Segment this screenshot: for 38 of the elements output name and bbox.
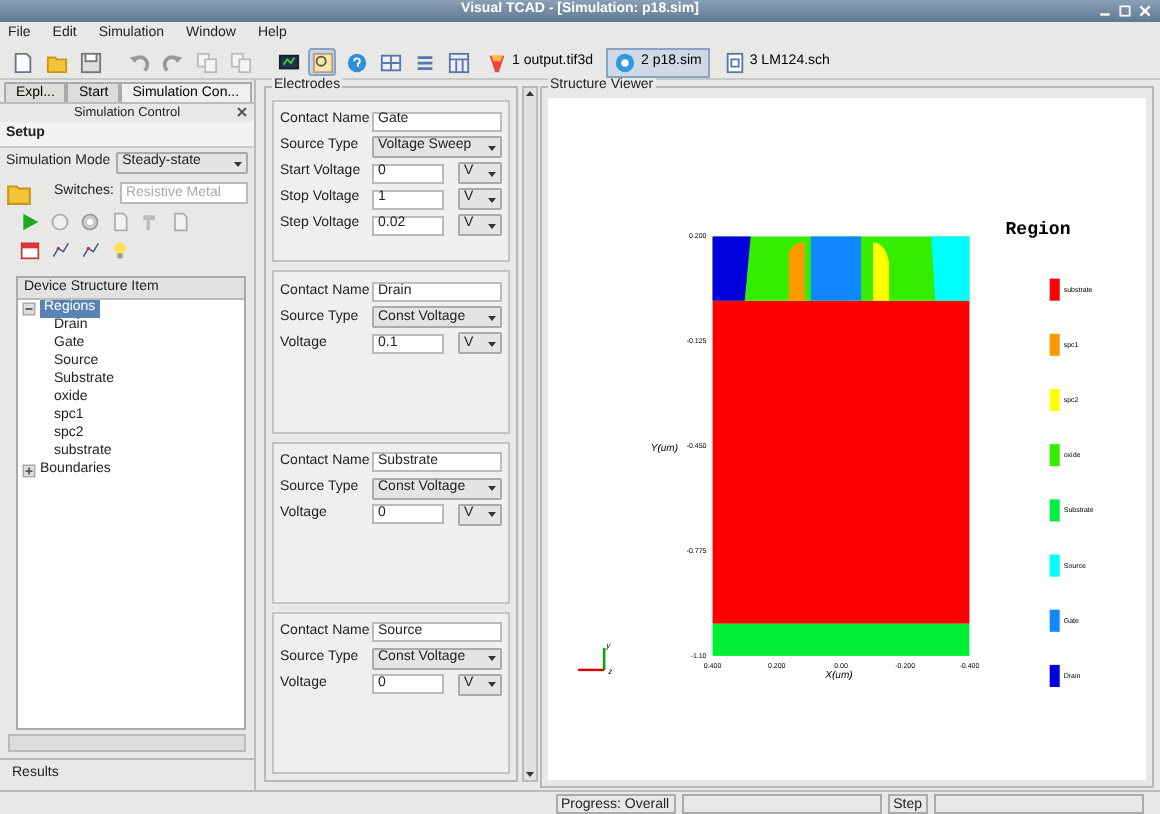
table-icon[interactable] bbox=[447, 51, 469, 73]
calendar-icon[interactable] bbox=[20, 240, 40, 260]
save-icon[interactable] bbox=[79, 51, 101, 73]
logo-icon bbox=[486, 51, 508, 73]
caret-icon bbox=[486, 167, 498, 179]
scrollbar[interactable] bbox=[8, 734, 246, 752]
document-icon[interactable] bbox=[11, 51, 33, 73]
caret-icon bbox=[486, 482, 498, 494]
monitor-icon[interactable] bbox=[277, 51, 299, 73]
expand-icon[interactable] bbox=[22, 464, 36, 478]
caret-icon bbox=[232, 157, 244, 169]
page-icon[interactable] bbox=[110, 212, 130, 232]
scrollbar[interactable] bbox=[522, 86, 538, 782]
grid-icon[interactable] bbox=[379, 51, 401, 73]
help-icon[interactable] bbox=[345, 51, 367, 73]
schematic-icon bbox=[723, 51, 746, 73]
collapse-icon[interactable] bbox=[22, 302, 36, 316]
chart-icon[interactable] bbox=[50, 240, 70, 260]
sim-icon bbox=[614, 51, 637, 73]
arrow-down-icon[interactable] bbox=[524, 768, 536, 780]
chart-icon[interactable] bbox=[80, 240, 100, 260]
caret-icon bbox=[486, 508, 498, 520]
folder-icon[interactable] bbox=[6, 180, 32, 206]
layers-icon[interactable] bbox=[413, 51, 435, 73]
folder-icon[interactable] bbox=[45, 51, 67, 73]
redo-icon[interactable] bbox=[161, 51, 183, 73]
page-icon[interactable] bbox=[170, 212, 190, 232]
undo-icon[interactable] bbox=[127, 51, 149, 73]
play-icon[interactable] bbox=[20, 212, 40, 232]
bulb-icon[interactable] bbox=[110, 240, 130, 260]
legend-title: Region bbox=[1005, 218, 1071, 241]
maximize-icon[interactable] bbox=[1118, 4, 1132, 18]
caret-icon bbox=[486, 219, 498, 231]
close-icon[interactable] bbox=[236, 106, 248, 119]
gear-icon[interactable] bbox=[80, 212, 100, 232]
caret-icon bbox=[486, 193, 498, 205]
arrow-up-icon[interactable] bbox=[524, 88, 536, 100]
caret-icon bbox=[486, 141, 498, 153]
